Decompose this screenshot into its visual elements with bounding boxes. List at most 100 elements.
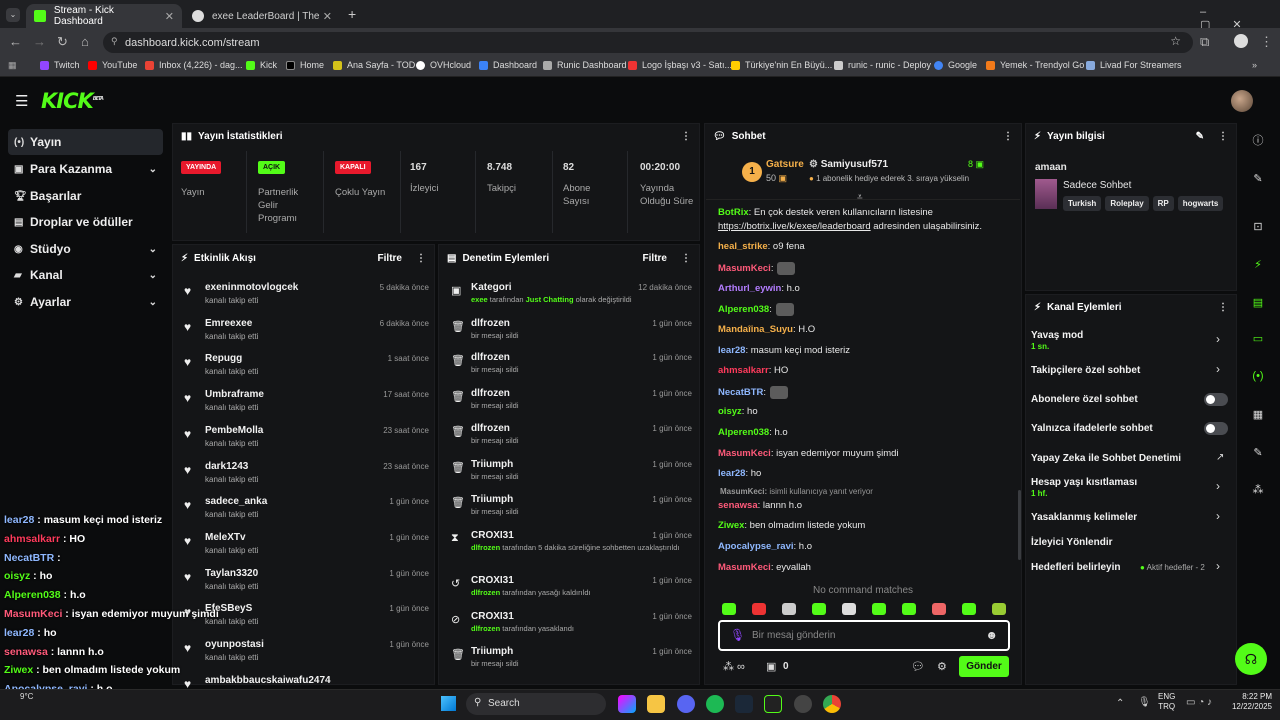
network-icon[interactable]: ▭ ◔ ♪ <box>1186 697 1212 708</box>
back-icon[interactable]: ← <box>9 34 22 49</box>
chat-bubble-icon[interactable]: 💬︎ <box>911 660 925 673</box>
bookmark-star-icon[interactable]: ☆ <box>1170 34 1181 48</box>
info-icon[interactable]: ⓘ <box>1247 130 1269 150</box>
sidebar-item-ayarlar[interactable]: ⚙ Ayarlar ⌄ <box>8 289 163 315</box>
bookmark-item[interactable]: Twitch <box>40 60 80 70</box>
steam-icon[interactable] <box>735 695 753 713</box>
subs-only-toggle[interactable] <box>1204 393 1228 406</box>
filter-button[interactable]: Filtre <box>643 253 667 264</box>
bolt-icon[interactable]: ⚡︎ <box>1247 254 1269 274</box>
copilot-icon[interactable] <box>618 695 636 713</box>
sidebar-item-droplar[interactable]: ▤ Droplar ve ödüller <box>8 209 163 235</box>
screen-icon[interactable]: ⊡ <box>1247 216 1269 236</box>
activity-item[interactable]: ♥ Umbraframe kanalı takip etti 17 saat önce <box>184 389 429 423</box>
file-explorer-icon[interactable] <box>647 695 665 713</box>
emote-icon[interactable] <box>812 603 826 615</box>
moderation-item[interactable]: ⊘ CROXI31 dlfrozen tarafından yasaklandı 1 … <box>450 611 692 646</box>
layout-icon[interactable]: ▦ <box>1247 404 1269 424</box>
bookmark-item[interactable]: Ana Sayfa - TOD <box>333 60 415 70</box>
bookmark-item[interactable]: Dashboard <box>479 60 537 70</box>
emote-icon[interactable] <box>872 603 886 615</box>
close-icon[interactable]: ✕ <box>323 10 332 23</box>
activity-item[interactable]: ♥ dark1243 kanalı takip etti 23 saat önce <box>184 461 429 495</box>
sidebar-item-para-kazanma[interactable]: ▣ Para Kazanma ⌄ <box>8 156 163 182</box>
leaderboard-user[interactable]: Gatsure <box>766 159 804 170</box>
discord-icon[interactable] <box>677 695 695 713</box>
edit-icon[interactable]: ✎ <box>1196 131 1204 142</box>
clock[interactable]: 8:22 PM 12/22/2025 <box>1222 692 1272 712</box>
users-icon[interactable]: ⁂ <box>1247 479 1269 499</box>
moderation-item[interactable]: ↺ CROXI31 dlfrozen tarafından yasağı kaldı… <box>450 575 692 610</box>
site-info-icon[interactable]: ⚲ <box>111 36 118 47</box>
emote-icon[interactable] <box>752 603 766 615</box>
bookmark-item[interactable]: Google <box>934 60 977 70</box>
windows-start-icon[interactable] <box>441 696 456 711</box>
activity-item[interactable]: ♥ Repugg kanalı takip etti 1 saat önce <box>184 353 429 387</box>
emoji-icon[interactable]: ☻ <box>985 628 998 642</box>
moderation-item[interactable]: 🗑︎ dlfrozen bir mesajı sildi 1 gün önce <box>450 423 692 458</box>
emote-icon[interactable] <box>722 603 736 615</box>
reload-icon[interactable]: ↻ <box>57 34 68 50</box>
weather-widget[interactable]: 9°C <box>20 692 33 701</box>
tag[interactable]: RP <box>1152 196 1174 211</box>
pencil-icon[interactable]: ✎ <box>1247 168 1269 188</box>
app-icon[interactable] <box>794 695 812 713</box>
leaderboard-user[interactable]: ⚙ Samiyusuf571 <box>809 159 888 170</box>
emote-icon[interactable] <box>842 603 856 615</box>
more-options-icon[interactable]: ⋮ <box>681 253 691 264</box>
emote-icon[interactable] <box>992 603 1006 615</box>
activity-item[interactable]: ♥ Taylan3320 kanalı takip etti 1 gün önce <box>184 568 429 602</box>
action-account-age[interactable]: Hesap yaşı kısıtlaması <box>1031 477 1137 488</box>
moderation-item[interactable]: 🗑︎ Triiumph bir mesajı sildi 1 gün önce <box>450 494 692 529</box>
moderation-item[interactable]: 🗑︎ dlfrozen bir mesajı sildi 1 gün önce <box>450 388 692 423</box>
chevron-right-icon[interactable]: › <box>1216 559 1220 573</box>
document-icon[interactable]: ▤ <box>1247 292 1269 312</box>
broadcast-icon[interactable]: (•) <box>1247 366 1269 386</box>
extensions-icon[interactable]: ⧉ <box>1200 34 1209 50</box>
sidebar-item-studyo[interactable]: ◉ Stüdyo ⌄ <box>8 236 163 262</box>
tab-leaderboard[interactable]: exee LeaderBoard | The best Ch ✕ <box>184 4 340 28</box>
chevron-right-icon[interactable]: › <box>1216 362 1220 376</box>
home-icon[interactable]: ⌂ <box>81 34 89 49</box>
apps-icon[interactable]: ▦ <box>8 60 17 71</box>
bookmark-item[interactable]: YouTube <box>88 60 137 70</box>
avatar[interactable] <box>1231 90 1253 112</box>
action-banned-words[interactable]: Yasaklanmış kelimeler <box>1031 512 1137 523</box>
more-options-icon[interactable]: ⋮ <box>1003 131 1013 142</box>
chat-scrollbar[interactable] <box>1018 490 1021 560</box>
action-followers-only[interactable]: Takipçilere özel sohbet <box>1031 365 1140 376</box>
more-options-icon[interactable]: ⋮ <box>1218 302 1228 313</box>
activity-item[interactable]: ♥ exeninmotovlogcek kanalı takip etti 5 dak… <box>184 282 429 316</box>
new-tab-icon[interactable]: + <box>348 6 356 22</box>
activity-item[interactable]: ♥ Emreexee kanalı takip etti 6 dakika önce <box>184 318 429 352</box>
action-host[interactable]: İzleyici Yönlendir <box>1031 537 1113 548</box>
taskbar-search[interactable]: ⚲ Search <box>466 693 606 715</box>
action-emotes-only[interactable]: Yalnızca ifadelerle sohbet <box>1031 423 1153 434</box>
action-goals[interactable]: Hedefleri belirleyin <box>1031 562 1120 573</box>
bookmark-item[interactable]: Home <box>286 60 324 70</box>
action-subs-only[interactable]: Abonelere özel sohbet <box>1031 394 1138 405</box>
chrome-icon[interactable] <box>823 695 841 713</box>
moderation-item[interactable]: ▣ Kategori exee tarafından Just Chatting o… <box>450 282 692 317</box>
chat-input[interactable]: 🎙︎ Bir mesaj gönderin ☻ <box>718 620 1010 651</box>
chevron-right-icon[interactable]: › <box>1216 509 1220 523</box>
microphone-icon[interactable]: 🎙︎ <box>1138 697 1151 708</box>
sidebar-item-kanal[interactable]: ▰ Kanal ⌄ <box>8 262 163 288</box>
moderation-item[interactable]: 🗑︎ dlfrozen bir mesajı sildi 1 gün önce <box>450 318 692 353</box>
activity-item[interactable]: ♥ EfeSBeyS kanalı takip etti 1 gün önce <box>184 603 429 637</box>
sidebar-item-basarilar[interactable]: 🏆︎ Başarılar <box>8 183 163 209</box>
kick-logo[interactable]: KICKBETA <box>41 89 104 113</box>
send-button[interactable]: Gönder <box>959 656 1009 677</box>
menu-icon[interactable]: ⋮ <box>1260 34 1273 50</box>
support-headset-icon[interactable]: ☊ <box>1235 643 1267 675</box>
emote-icon[interactable] <box>782 603 796 615</box>
microphone-icon[interactable]: 🎙︎ <box>730 628 745 642</box>
app-icon[interactable] <box>764 695 782 713</box>
bookmark-item[interactable]: Türkiye'nin En Büyü... <box>731 60 832 70</box>
external-link-icon[interactable]: ↗ <box>1216 452 1224 463</box>
profile-icon[interactable] <box>1234 34 1248 48</box>
activity-item[interactable]: ♥ MeleXTv kanalı takip etti 1 gün önce <box>184 532 429 566</box>
more-options-icon[interactable]: ⋮ <box>681 131 691 142</box>
tag[interactable]: Turkish <box>1063 196 1102 211</box>
activity-item[interactable]: ♥ oyunpostasi kanalı takip etti 1 gün önce <box>184 639 429 673</box>
